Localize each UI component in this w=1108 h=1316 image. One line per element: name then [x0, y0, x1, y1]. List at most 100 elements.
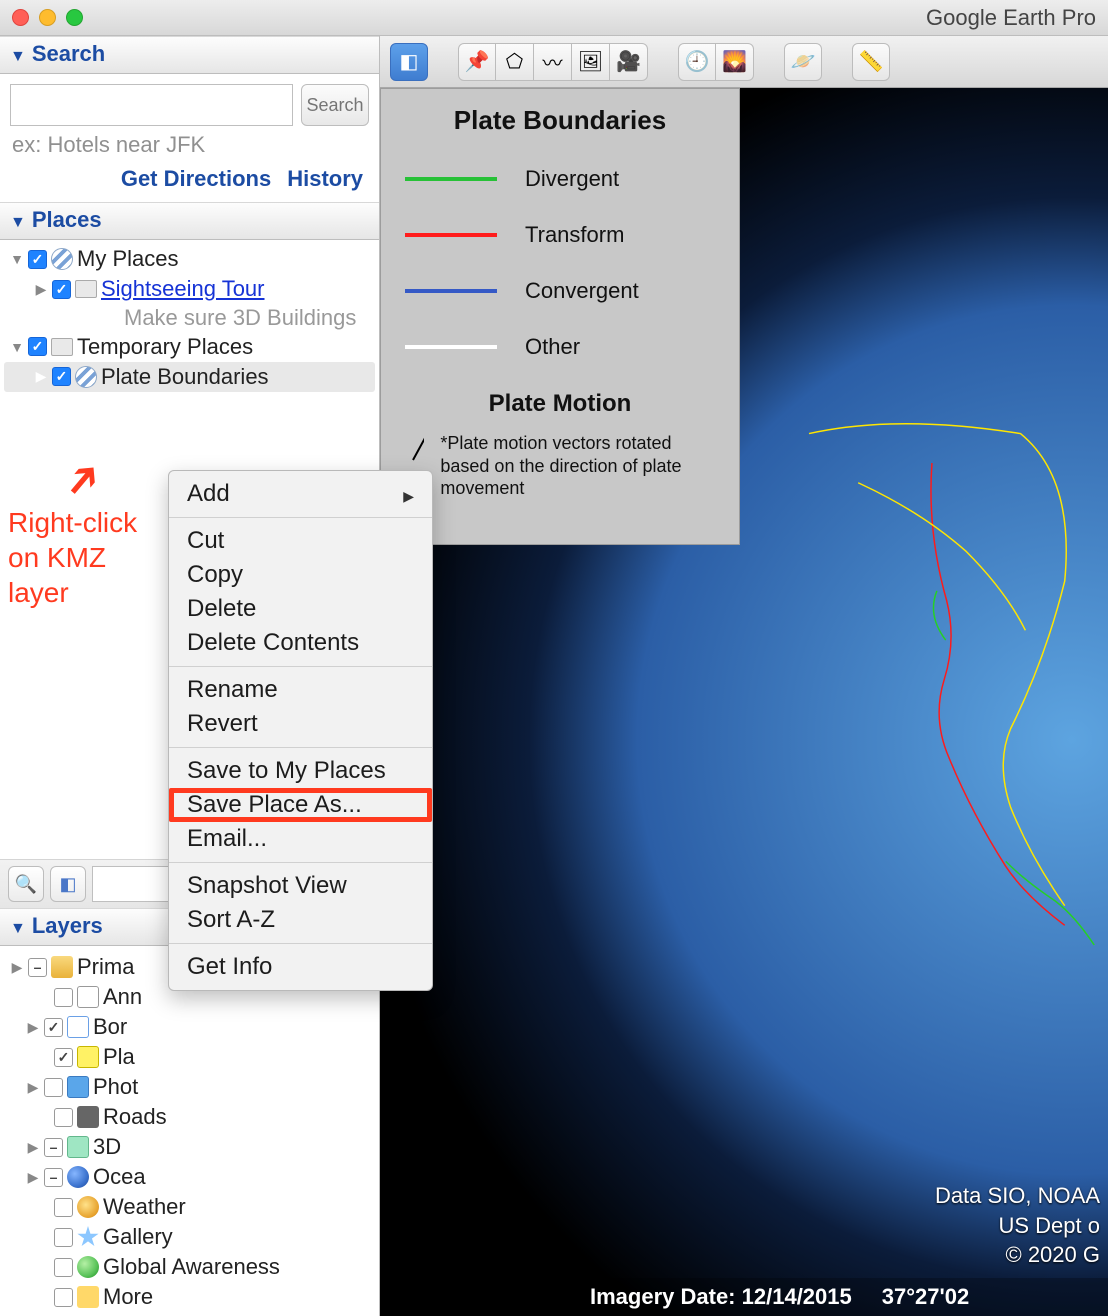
search-button[interactable]: Search: [301, 84, 369, 126]
ctx-add[interactable]: Add: [169, 477, 432, 511]
ctx-delete[interactable]: Delete: [169, 592, 432, 626]
history-link[interactable]: History: [287, 166, 363, 192]
checkbox[interactable]: [28, 250, 47, 269]
places-sightseeing-link[interactable]: Sightseeing Tour: [101, 276, 265, 302]
toolbar-path-icon[interactable]: 〰: [534, 43, 572, 81]
disclosure-icon[interactable]: ▶: [26, 1169, 40, 1186]
layers-places[interactable]: Pla: [103, 1044, 135, 1070]
layers-weather[interactable]: Weather: [103, 1194, 186, 1220]
checkbox[interactable]: [54, 1048, 73, 1067]
checkbox[interactable]: [28, 958, 47, 977]
ctx-snapshot-view[interactable]: Snapshot View: [169, 869, 432, 903]
places-temporary[interactable]: Temporary Places: [77, 334, 253, 360]
window-minimize-button[interactable]: [39, 9, 56, 26]
places-panel-icon[interactable]: ◧: [50, 866, 86, 902]
map-viewport[interactable]: ◧ 📌 ⬠ 〰 🖼 🎥 🕘 🌄 🪐 📏 Plate Boundaries: [380, 36, 1108, 1316]
weather-icon: [77, 1196, 99, 1218]
panel-title: Search: [32, 41, 105, 67]
checkbox[interactable]: [54, 1288, 73, 1307]
disclosure-icon[interactable]: ▶: [26, 1079, 40, 1096]
photos-icon: [67, 1076, 89, 1098]
ocean-icon: [67, 1166, 89, 1188]
ctx-delete-contents[interactable]: Delete Contents: [169, 626, 432, 660]
toolbar-sidebar-icon[interactable]: ◧: [390, 43, 428, 81]
places-plate-boundaries[interactable]: Plate Boundaries: [101, 364, 269, 390]
layers-ocean[interactable]: Ocea: [93, 1164, 146, 1190]
database-icon: [51, 956, 73, 978]
context-menu: Add Cut Copy Delete Delete Contents Rena…: [168, 470, 433, 991]
disclosure-icon: [10, 41, 26, 67]
ctx-get-info[interactable]: Get Info: [169, 950, 432, 984]
window-zoom-button[interactable]: [66, 9, 83, 26]
layers-3d[interactable]: 3D: [93, 1134, 121, 1160]
checkbox[interactable]: [44, 1018, 63, 1037]
folder-icon: [51, 338, 73, 356]
ctx-rename[interactable]: Rename: [169, 673, 432, 707]
titlebar: Google Earth Pro: [0, 0, 1108, 36]
checkbox[interactable]: [44, 1168, 63, 1187]
toolbar-polygon-icon[interactable]: ⬠: [496, 43, 534, 81]
layers-primary[interactable]: Prima: [77, 954, 134, 980]
legend-label-other: Other: [525, 334, 580, 360]
layers-announcements[interactable]: Ann: [103, 984, 142, 1010]
roads-icon: [77, 1106, 99, 1128]
status-bar: Imagery Date: 12/14/2015 37°27'02: [380, 1278, 1108, 1316]
toolbar-planets-icon[interactable]: 🪐: [784, 43, 822, 81]
annotation-text: Right-click on KMZ layer: [8, 505, 137, 610]
layers-borders[interactable]: Bor: [93, 1014, 127, 1040]
disclosure-icon[interactable]: ▼: [10, 339, 24, 355]
places-search-icon[interactable]: 🔍: [8, 866, 44, 902]
earth-icon: [75, 366, 97, 388]
toolbar-tour-icon[interactable]: 🎥: [610, 43, 648, 81]
imagery-credits: Data SIO, NOAA US Dept o © 2020 G: [935, 1181, 1100, 1270]
checkbox[interactable]: [52, 280, 71, 299]
checkbox[interactable]: [54, 1198, 73, 1217]
coord-value: 37°27'02: [882, 1284, 969, 1310]
toolbar-placemark-icon[interactable]: 📌: [458, 43, 496, 81]
checkbox[interactable]: [54, 1228, 73, 1247]
checkbox[interactable]: [28, 337, 47, 356]
ctx-copy[interactable]: Copy: [169, 558, 432, 592]
chevron-right-icon: [403, 480, 414, 508]
borders-icon: [67, 1016, 89, 1038]
ctx-sort-az[interactable]: Sort A-Z: [169, 903, 432, 937]
checkbox[interactable]: [44, 1138, 63, 1157]
ctx-save-to-my-places[interactable]: Save to My Places: [169, 754, 432, 788]
mail-icon: [77, 986, 99, 1008]
panel-header-search[interactable]: Search: [0, 36, 379, 74]
checkbox[interactable]: [54, 1108, 73, 1127]
ctx-cut[interactable]: Cut: [169, 524, 432, 558]
disclosure-icon[interactable]: ▶: [34, 368, 48, 385]
layers-gallery[interactable]: Gallery: [103, 1224, 173, 1250]
ctx-revert[interactable]: Revert: [169, 707, 432, 741]
disclosure-icon[interactable]: ▶: [34, 281, 48, 298]
places-sightseeing-hint: Make sure 3D Buildings: [4, 304, 375, 332]
checkbox[interactable]: [52, 367, 71, 386]
layers-roads[interactable]: Roads: [103, 1104, 167, 1130]
disclosure-icon[interactable]: ▶: [26, 1139, 40, 1156]
toolbar-sunlight-icon[interactable]: 🌄: [716, 43, 754, 81]
legend-motion-title: Plate Motion: [405, 390, 715, 418]
ctx-save-place-as[interactable]: Save Place As...: [169, 788, 432, 822]
disclosure-icon[interactable]: ▶: [10, 959, 24, 976]
search-input[interactable]: [10, 84, 293, 126]
ctx-email[interactable]: Email...: [169, 822, 432, 856]
toolbar-ruler-icon[interactable]: 📏: [852, 43, 890, 81]
disclosure-icon[interactable]: ▼: [10, 251, 24, 267]
toolbar-historical-icon[interactable]: 🕘: [678, 43, 716, 81]
disclosure-icon[interactable]: ▶: [26, 1019, 40, 1036]
get-directions-link[interactable]: Get Directions: [121, 166, 271, 192]
checkbox[interactable]: [54, 1258, 73, 1277]
disclosure-icon: [10, 913, 26, 939]
legend-label-divergent: Divergent: [525, 166, 619, 192]
legend-panel: Plate Boundaries Divergent Transform Con…: [380, 88, 740, 545]
checkbox[interactable]: [54, 988, 73, 1007]
checkbox[interactable]: [44, 1078, 63, 1097]
layers-global-awareness[interactable]: Global Awareness: [103, 1254, 280, 1280]
toolbar-image-overlay-icon[interactable]: 🖼: [572, 43, 610, 81]
window-close-button[interactable]: [12, 9, 29, 26]
layers-photos[interactable]: Phot: [93, 1074, 138, 1100]
places-my-places[interactable]: My Places: [77, 246, 178, 272]
layers-more[interactable]: More: [103, 1284, 153, 1310]
panel-header-places[interactable]: Places: [0, 202, 379, 240]
